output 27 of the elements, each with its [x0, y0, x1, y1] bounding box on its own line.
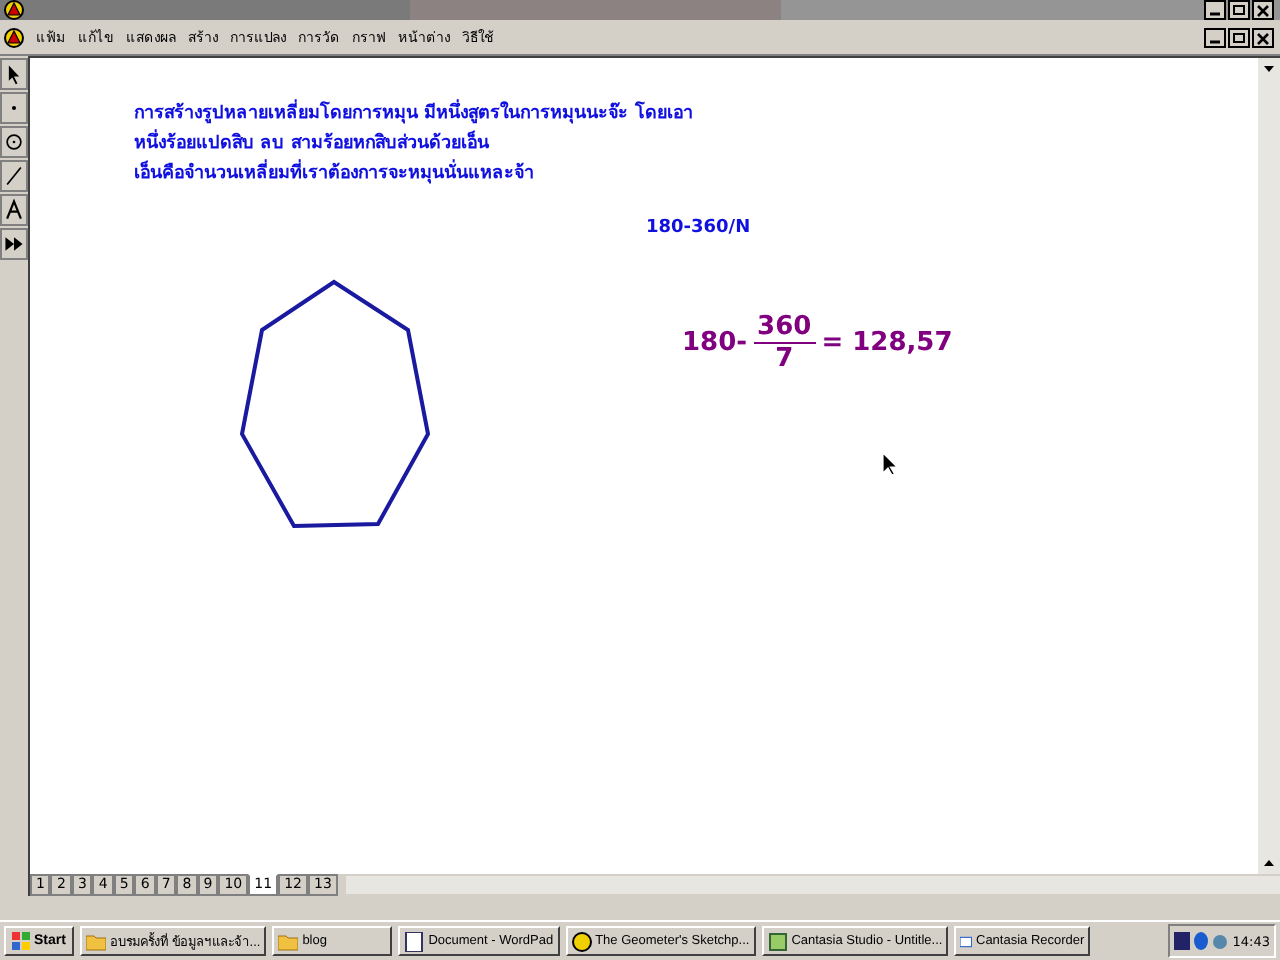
- fast-forward-icon[interactable]: [0, 228, 28, 260]
- line-tool-icon[interactable]: [0, 160, 28, 192]
- numerator: 360: [753, 312, 816, 344]
- folder-icon: [278, 931, 299, 951]
- heptagon-shape[interactable]: [239, 279, 430, 528]
- document-logo-icon: [4, 27, 24, 47]
- app-icon: [767, 931, 788, 951]
- document-window-buttons-icon[interactable]: [1204, 27, 1276, 47]
- formula-label: 180-360/N: [646, 218, 751, 238]
- horizontal-scrollbar[interactable]: [345, 876, 1280, 894]
- equation-result: = 128,57: [821, 328, 953, 358]
- window-buttons-icon[interactable]: [1204, 0, 1276, 20]
- mouse-pointer-icon: [882, 452, 898, 476]
- document-icon: [404, 931, 425, 951]
- caption-text: หนึ่งร้อยแปดสิบ ลบ สามร้อยหกสิบส่วนด้วยเอ็น: [134, 130, 693, 160]
- window-icon: [960, 931, 972, 951]
- folder-icon: [85, 931, 106, 951]
- caption-text: เอ็นคือจำนวนเหลี่ยมที่เราต้องการจะหมุนนั่นแหละจ้า: [134, 160, 693, 190]
- caption-text: การสร้างรูปหลายเหลี่ยมโดยการหมุน มีหนึ่งสูตรในการหมุนนะจ๊ะ โดยเอา: [134, 100, 693, 130]
- text-tool-icon[interactable]: [0, 194, 28, 226]
- vertical-scrollbar[interactable]: [1258, 58, 1280, 874]
- app-logo-icon: [4, 0, 24, 20]
- app-logo-icon: [571, 931, 592, 951]
- denominator: 7: [775, 344, 794, 374]
- arrow-tool-icon[interactable]: [0, 58, 28, 90]
- compass-tool-icon[interactable]: [0, 126, 28, 158]
- equation-term: 180-: [682, 328, 748, 358]
